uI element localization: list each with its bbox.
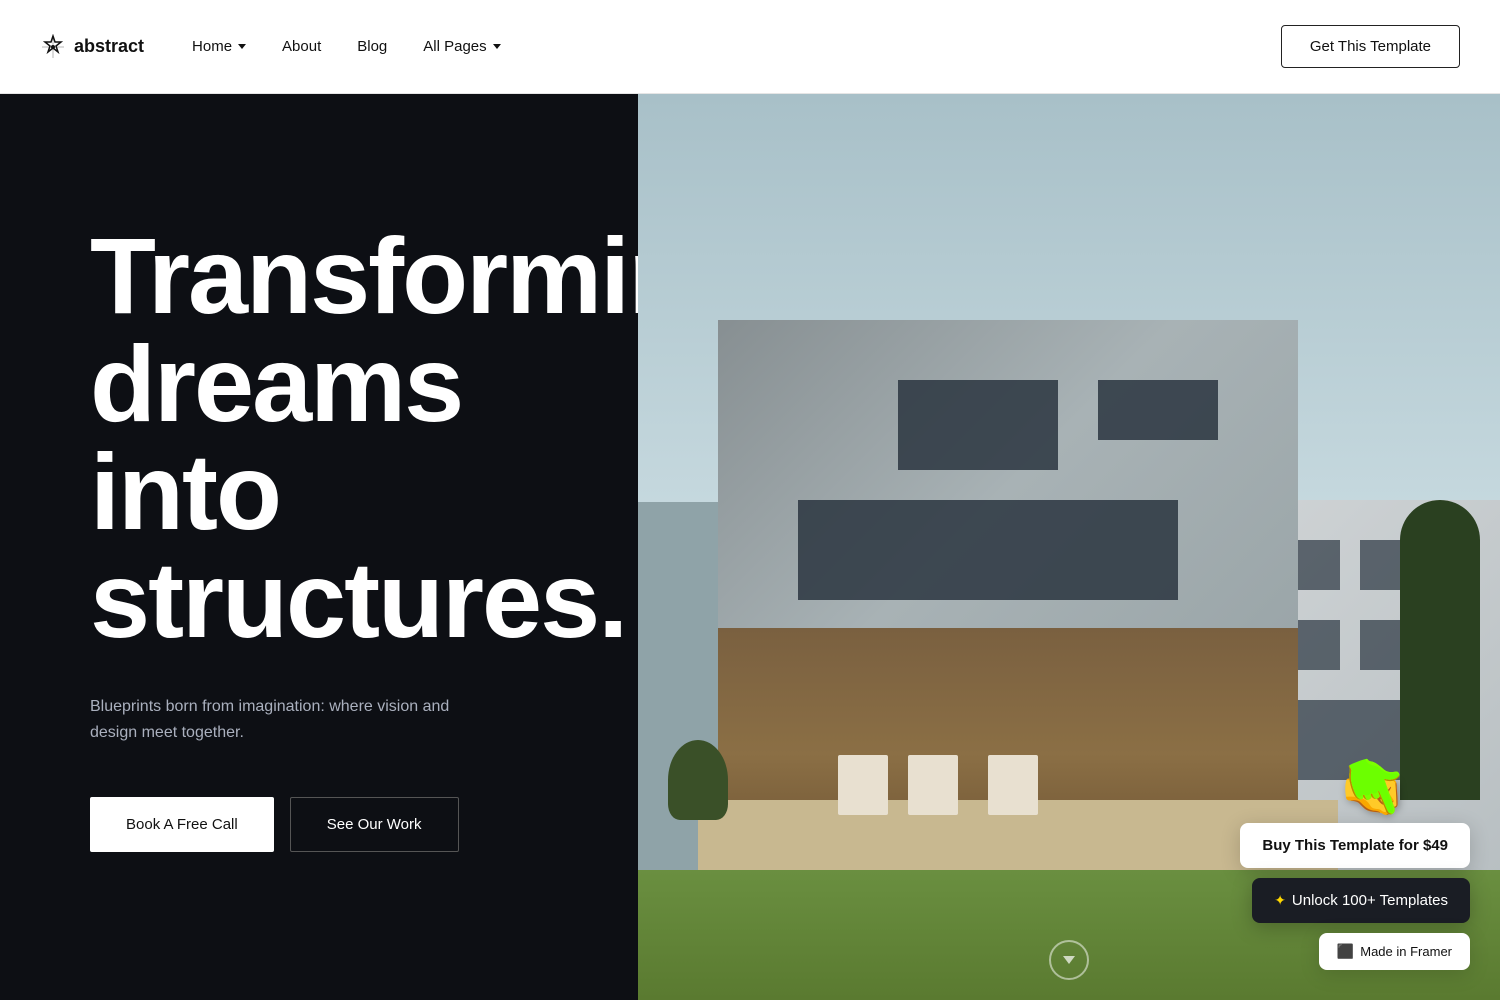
unlock-templates-widget[interactable]: ✦ Unlock 100+ Templates	[1252, 878, 1470, 923]
nav-item-allpages[interactable]: All Pages	[423, 38, 500, 55]
get-template-button[interactable]: Get This Template	[1281, 25, 1460, 68]
cta-buttons: Book A Free Call See Our Work	[90, 797, 548, 852]
logo-icon	[40, 34, 66, 60]
framer-label: Made in Framer	[1360, 944, 1452, 959]
floating-widgets: Buy This Template for $49 ✦ Unlock 100+ …	[1240, 823, 1470, 970]
framer-icon: ⬛	[1337, 943, 1354, 960]
book-call-button[interactable]: Book A Free Call	[90, 797, 274, 852]
nav-item-home[interactable]: Home	[192, 38, 246, 55]
window	[1098, 380, 1218, 440]
navbar-left: abstract Home About Blog Al	[40, 34, 501, 60]
made-in-framer-widget[interactable]: ⬛ Made in Framer	[1319, 933, 1470, 970]
chevron-down-icon	[238, 44, 246, 49]
see-work-button[interactable]: See Our Work	[290, 797, 459, 852]
building-top-section	[718, 320, 1298, 656]
sparkle-icon: ✦	[1274, 892, 1286, 909]
scroll-arrow-icon	[1063, 956, 1075, 964]
unlock-label: Unlock 100+ Templates	[1292, 892, 1448, 909]
navbar: abstract Home About Blog Al	[0, 0, 1500, 94]
nav-links: Home About Blog All Pages	[192, 38, 501, 55]
scroll-indicator[interactable]	[1049, 940, 1089, 980]
hero-left-panel: Transforming dreams into structures. Blu…	[0, 94, 638, 1000]
window	[898, 380, 1058, 470]
chevron-down-icon	[493, 44, 501, 49]
hero-headline: Transforming dreams into structures.	[90, 222, 548, 654]
chair-3	[988, 755, 1038, 815]
logo[interactable]: abstract	[40, 34, 144, 60]
tree-decoration	[1400, 500, 1480, 800]
logo-text: abstract	[74, 36, 144, 57]
nav-item-about[interactable]: About	[282, 38, 321, 55]
chair-2	[908, 755, 958, 815]
chair-1	[838, 755, 888, 815]
hero-image-panel: 🤜 👇 Buy This Template for $49 ✦ Unlock 1…	[638, 94, 1500, 1000]
nav-item-blog[interactable]: Blog	[357, 38, 387, 55]
window	[798, 500, 1178, 600]
hero-subtext: Blueprints born from imagination: where …	[90, 694, 490, 745]
main-layout: Transforming dreams into structures. Blu…	[0, 94, 1500, 1000]
shrub-decoration	[668, 740, 728, 820]
